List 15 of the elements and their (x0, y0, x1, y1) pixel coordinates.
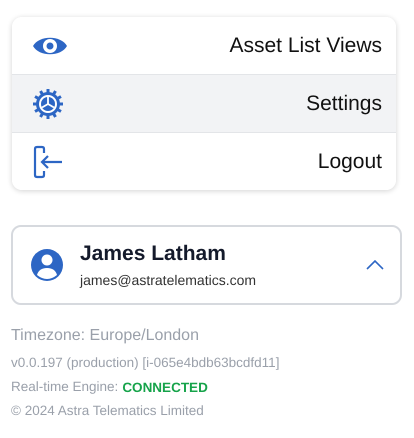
timezone-text: Timezone: Europe/London (11, 327, 200, 345)
copyright-text: © 2024 Astra Telematics Limited (11, 402, 205, 420)
logout-icon (32, 144, 64, 178)
profile-card[interactable]: James Latham james@astratelematics.com (11, 225, 402, 305)
chevron-icon[interactable] (366, 260, 384, 270)
user-avatar-icon (30, 248, 64, 282)
engine-status: CONNECTED (122, 380, 208, 394)
version-text: v0.0.197 (production) [i-065e4bdb63bcdfd11] (11, 354, 280, 372)
gear-icon (32, 88, 64, 120)
user-email: james@astratelematics.com (80, 272, 258, 288)
user-name: James Latham (80, 242, 227, 266)
menu-item[interactable]: Settings (12, 74, 396, 132)
engine-label: Real-time Engine: (11, 378, 118, 396)
menu-item[interactable]: Logout (12, 132, 396, 190)
menu-item[interactable]: Asset List Views (12, 17, 396, 74)
